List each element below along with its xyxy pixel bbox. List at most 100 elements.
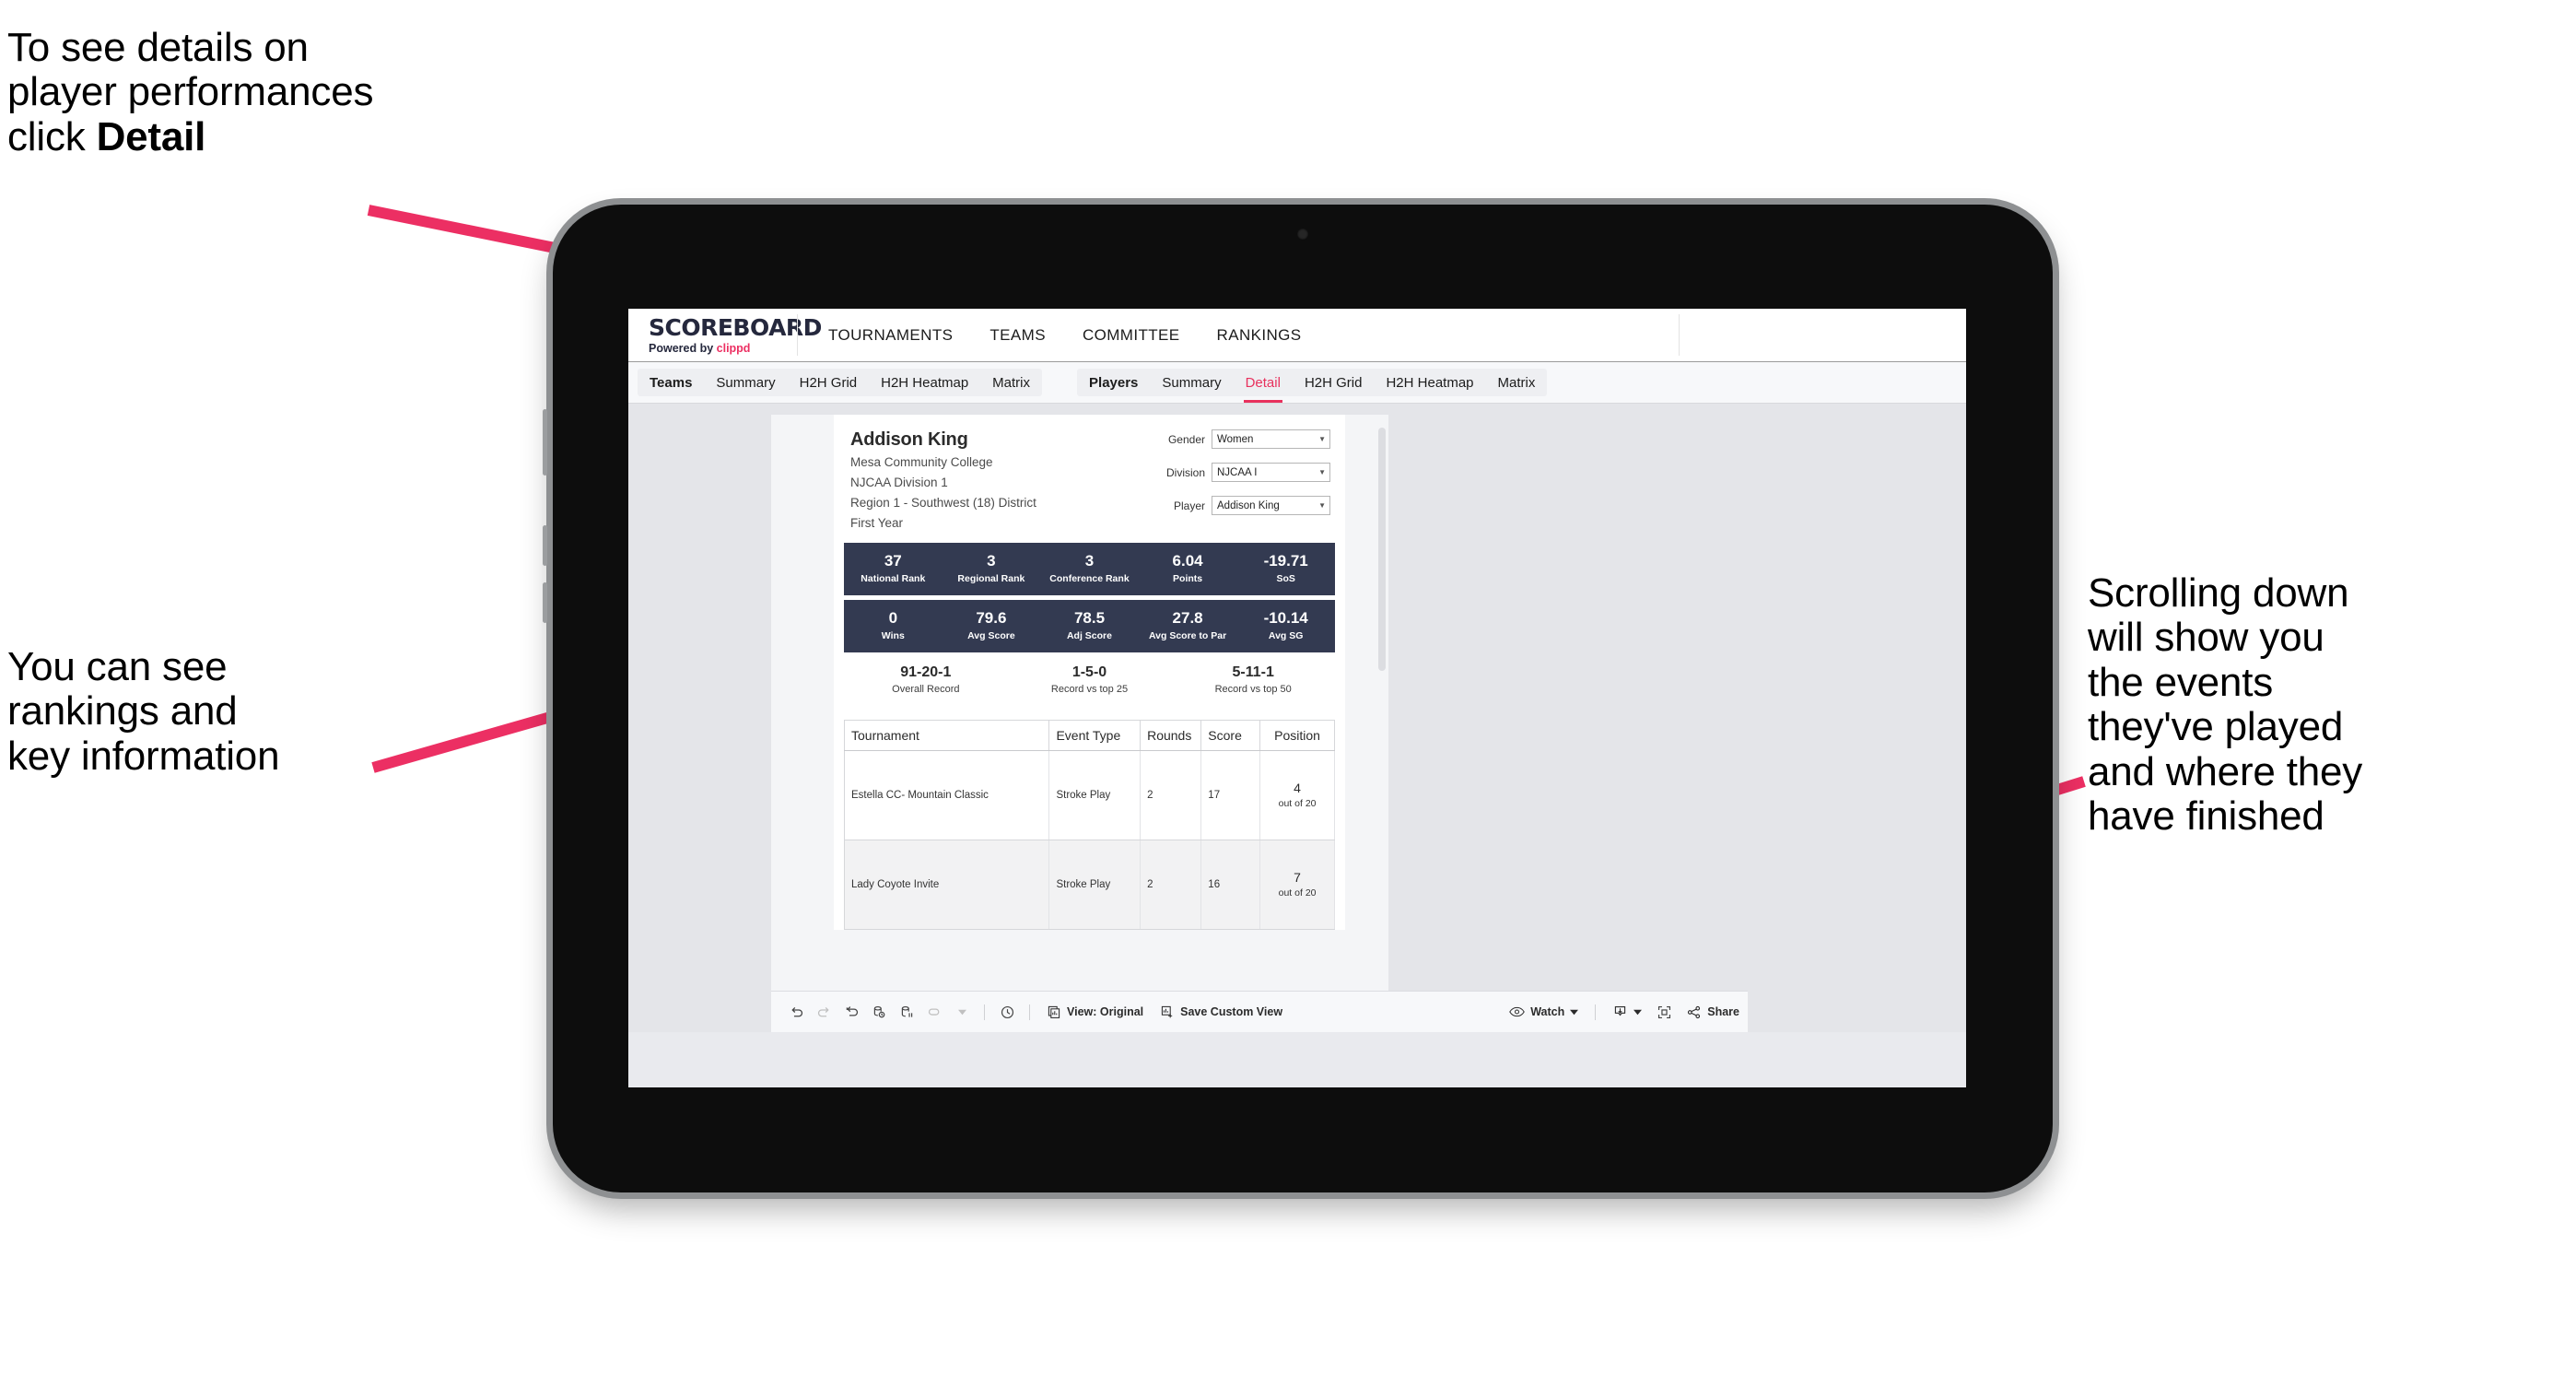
chevron-down-icon[interactable]	[948, 998, 976, 1026]
toolbar-divider	[984, 1004, 985, 1020]
share-button[interactable]: Share	[1678, 1004, 1748, 1020]
stat-value: 3	[987, 552, 996, 570]
fullscreen-icon[interactable]	[1650, 998, 1678, 1026]
cell-position: 4 out of 20	[1259, 750, 1335, 840]
tablet-device: SCOREBOARD Powered by clippd TOURNAMENTS…	[543, 205, 2053, 1192]
pause-auto-updates-icon[interactable]	[893, 998, 920, 1026]
stat-label: Regional Rank	[957, 572, 1025, 584]
chevron-down-icon: ▼	[1318, 434, 1326, 443]
download-button[interactable]	[1604, 1004, 1650, 1020]
stat-sos: -19.71 SoS	[1236, 552, 1335, 583]
tab-group-teams: Teams Summary H2H Grid H2H Heatmap Matri…	[638, 369, 1043, 396]
app-header: SCOREBOARD Powered by clippd TOURNAMENTS…	[628, 309, 1966, 362]
tab-teams[interactable]: Teams	[638, 369, 704, 396]
stat-label: Wins	[881, 629, 905, 641]
revert-icon[interactable]	[837, 998, 865, 1026]
watch-button[interactable]: Watch	[1501, 1005, 1587, 1018]
viz-canvas: Addison King Mesa Community College NJCA…	[771, 415, 1388, 1032]
column-header-tournament[interactable]: Tournament	[844, 720, 1050, 751]
tab-teams-matrix[interactable]: Matrix	[980, 369, 1042, 396]
undo-icon[interactable]	[782, 998, 810, 1026]
nav-item-tournaments[interactable]: TOURNAMENTS	[810, 309, 971, 361]
filter-gender-select[interactable]: Women ▼	[1212, 429, 1330, 449]
eye-icon	[1509, 1006, 1526, 1017]
redo-icon[interactable]	[810, 998, 837, 1026]
position-number: 4	[1294, 781, 1301, 796]
filter-panel: Gender Women ▼ Division NJCAA I ▼ Player…	[1159, 429, 1330, 529]
table-row[interactable]: Estella CC- Mountain Classic Stroke Play…	[844, 750, 1335, 840]
viz-scrollbar-track[interactable]	[1378, 415, 1388, 1032]
record-vs-top-25: 1-5-0 Record vs top 25	[1008, 664, 1172, 695]
pause-icon[interactable]	[920, 998, 948, 1026]
share-icon	[1688, 1005, 1701, 1018]
filter-division-value: NJCAA I	[1217, 466, 1258, 478]
tab-teams-h2h-heatmap[interactable]: H2H Heatmap	[869, 369, 980, 396]
callout-rankings: You can see rankings and key information	[7, 644, 280, 779]
filter-player-value: Addison King	[1217, 499, 1280, 511]
filter-division-select[interactable]: NJCAA I ▼	[1212, 463, 1330, 482]
tab-players-h2h-grid[interactable]: H2H Grid	[1293, 369, 1375, 396]
record-value: 91-20-1	[900, 664, 952, 680]
stat-value: 37	[884, 552, 902, 570]
save-custom-view-button[interactable]: Save Custom View	[1152, 1004, 1291, 1019]
tab-players[interactable]: Players	[1077, 369, 1150, 396]
tab-players-summary[interactable]: Summary	[1150, 369, 1233, 396]
clock-history-icon[interactable]	[993, 998, 1021, 1026]
tab-teams-h2h-grid[interactable]: H2H Grid	[788, 369, 870, 396]
filter-player-select[interactable]: Addison King ▼	[1212, 496, 1330, 515]
chevron-down-icon: ▼	[1318, 500, 1326, 510]
nav-item-rankings[interactable]: RANKINGS	[1199, 309, 1320, 361]
tab-teams-summary[interactable]: Summary	[704, 369, 787, 396]
nav-item-committee[interactable]: COMMITTEE	[1064, 309, 1199, 361]
stat-value: 78.5	[1073, 609, 1106, 628]
sub-tab-bar: Teams Summary H2H Grid H2H Heatmap Matri…	[628, 362, 1966, 404]
stats-bar-rankings: 37 National Rank 3 Regional Rank 3 Confe…	[844, 542, 1335, 595]
cell-event-type: Stroke Play	[1048, 750, 1142, 840]
tablet-volume-down-button[interactable]	[543, 582, 547, 623]
stat-label: Avg Score	[967, 629, 1015, 641]
stat-regional-rank: 3 Regional Rank	[943, 552, 1041, 584]
nav-item-teams[interactable]: TEAMS	[971, 309, 1064, 361]
chevron-down-icon	[1633, 1009, 1643, 1015]
position-out-of: out of 20	[1278, 798, 1317, 810]
cell-rounds: 2	[1140, 840, 1202, 930]
cell-position: 7 out of 20	[1259, 840, 1335, 930]
brand-logo[interactable]: SCOREBOARD Powered by clippd	[628, 313, 822, 355]
brand-name: SCOREBOARD	[649, 313, 822, 341]
viz-bottom-toolbar: View: Original Save Custom View Watch Sh…	[771, 991, 1748, 1032]
tab-group-players: Players Summary Detail H2H Grid H2H Heat…	[1077, 369, 1548, 403]
column-header-position[interactable]: Position	[1259, 720, 1335, 751]
stat-label: Adj Score	[1066, 629, 1112, 641]
stat-label: National Rank	[861, 572, 926, 584]
callout-detail: To see details on player performances cl…	[7, 25, 597, 159]
tab-players-matrix[interactable]: Matrix	[1486, 369, 1548, 396]
viz-scrollbar-thumb[interactable]	[1378, 428, 1386, 671]
stat-value: 79.6	[976, 609, 1007, 628]
stat-value: -10.14	[1263, 609, 1308, 628]
stat-avg-sg: -10.14 Avg SG	[1236, 609, 1335, 641]
share-label: Share	[1707, 1005, 1739, 1018]
tablet-screen: SCOREBOARD Powered by clippd TOURNAMENTS…	[628, 309, 1966, 1087]
column-header-event-type[interactable]: Event Type	[1048, 720, 1142, 751]
cell-score: 16	[1200, 840, 1261, 930]
stat-value: 6.04	[1172, 552, 1203, 570]
tablet-power-button[interactable]	[543, 409, 547, 476]
filter-gender-label: Gender	[1167, 432, 1205, 446]
tab-players-h2h-heatmap[interactable]: H2H Heatmap	[1374, 369, 1485, 396]
stat-label: Avg SG	[1268, 629, 1304, 641]
chevron-down-icon	[1570, 1009, 1579, 1015]
column-header-score[interactable]: Score	[1200, 720, 1261, 751]
table-row[interactable]: Lady Coyote Invite Stroke Play 2 16 7 ou…	[844, 840, 1335, 930]
save-view-icon	[1162, 1005, 1173, 1018]
stat-avg-score: 79.6 Avg Score	[943, 609, 1041, 641]
tablet-volume-up-button[interactable]	[543, 525, 547, 566]
toolbar-divider	[1595, 1004, 1597, 1020]
header-divider-right	[1679, 314, 1680, 356]
view-original-button[interactable]: View: Original	[1038, 1004, 1152, 1019]
column-header-rounds[interactable]: Rounds	[1140, 720, 1202, 751]
refresh-data-icon[interactable]	[865, 998, 893, 1026]
callout-scrolling: Scrolling down will show you the events …	[2088, 570, 2363, 839]
tab-players-detail[interactable]: Detail	[1234, 369, 1293, 403]
stat-conference-rank: 3 Conference Rank	[1040, 552, 1139, 583]
stat-points: 6.04 Points	[1139, 552, 1237, 583]
